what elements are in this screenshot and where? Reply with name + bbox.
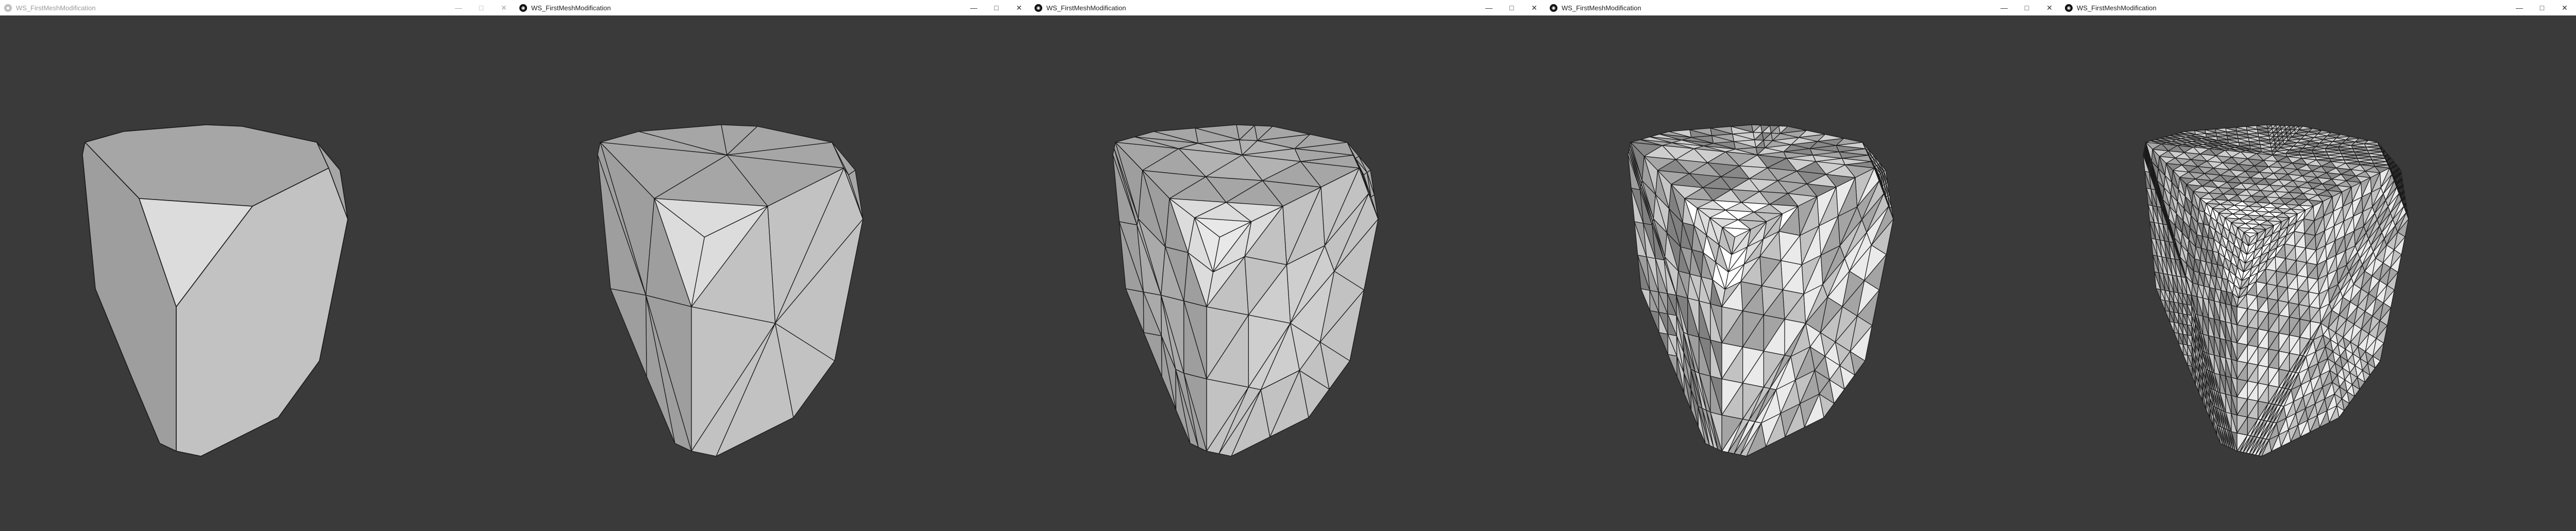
app-icon: ◉ [519, 4, 527, 12]
app-window-3: ◉ WS_FirstMeshModification — □ ✕ [1030, 0, 1546, 531]
window-titlebar[interactable]: ◉ WS_FirstMeshModification — □ ✕ [1546, 0, 2061, 15]
app-icon: ◉ [4, 4, 12, 12]
maximize-button[interactable]: □ [2531, 0, 2553, 15]
render-viewport[interactable] [0, 15, 515, 531]
render-viewport[interactable] [1030, 15, 1546, 531]
app-window-2: ◉ WS_FirstMeshModification — □ ✕ [515, 0, 1030, 531]
window-title: WS_FirstMeshModification [1562, 4, 1641, 12]
maximize-button[interactable]: □ [985, 0, 1008, 15]
app-window-5: ◉ WS_FirstMeshModification — □ ✕ [2061, 0, 2576, 531]
window-title: WS_FirstMeshModification [1046, 4, 1126, 12]
window-controls: — □ ✕ [2508, 0, 2576, 15]
maximize-button[interactable]: □ [470, 0, 493, 15]
left-face-triangle [1640, 288, 1651, 311]
minimize-button[interactable]: — [1993, 0, 2015, 15]
window-controls: — □ ✕ [962, 0, 1030, 15]
left-face-triangle [1658, 332, 1669, 355]
window-strip: ◉ WS_FirstMeshModification — □ ✕ ◉ WS_Fi… [0, 0, 2576, 531]
left-face-triangle [1667, 354, 1677, 377]
close-button[interactable]: ✕ [2038, 0, 2061, 15]
close-button[interactable]: ✕ [493, 0, 515, 15]
mesh-level-3 [1628, 124, 1894, 457]
left-face-triangle [2156, 288, 2161, 300]
render-viewport[interactable] [2061, 15, 2576, 531]
app-icon: ◉ [2065, 4, 2073, 12]
app-window-4: ◉ WS_FirstMeshModification — □ ✕ [1546, 0, 2061, 531]
left-face-triangle [2164, 310, 2170, 322]
window-titlebar[interactable]: ◉ WS_FirstMeshModification — □ ✕ [1030, 0, 1546, 15]
mesh-view [1628, 124, 1894, 457]
window-title: WS_FirstMeshModification [531, 4, 611, 12]
window-controls: — □ ✕ [1478, 0, 1546, 15]
left-face-triangle [1125, 288, 1144, 333]
window-title: WS_FirstMeshModification [16, 4, 96, 12]
render-viewport[interactable] [515, 15, 1030, 531]
mesh-view [1112, 124, 1379, 457]
maximize-button[interactable]: □ [2015, 0, 2038, 15]
minimize-button[interactable]: — [1478, 0, 1500, 15]
minimize-button[interactable]: — [447, 0, 470, 15]
window-controls: — □ ✕ [447, 0, 515, 15]
mesh-level-0 [82, 124, 348, 457]
window-titlebar[interactable]: ◉ WS_FirstMeshModification — □ ✕ [515, 0, 1030, 15]
app-icon: ◉ [1550, 4, 1557, 12]
left-face-triangle [2160, 299, 2166, 311]
app-window-1: ◉ WS_FirstMeshModification — □ ✕ [0, 0, 515, 531]
left-face-triangle [2174, 332, 2179, 344]
mesh-level-1 [597, 124, 863, 457]
minimize-button[interactable]: — [2508, 0, 2531, 15]
close-button[interactable]: ✕ [1008, 0, 1030, 15]
left-face-triangle [1143, 332, 1162, 377]
mesh-view [597, 124, 863, 457]
app-icon: ◉ [1035, 4, 1042, 12]
left-face-triangle [2182, 354, 2188, 366]
mesh-view [2143, 124, 2409, 457]
left-face-triangle [2169, 321, 2175, 333]
left-face-triangle [2178, 343, 2184, 355]
left-face-triangle [2187, 365, 2193, 377]
mesh-level-4 [2143, 124, 2409, 457]
minimize-button[interactable]: — [962, 0, 985, 15]
window-titlebar[interactable]: ◉ WS_FirstMeshModification — □ ✕ [0, 0, 515, 15]
window-controls: — □ ✕ [1993, 0, 2061, 15]
left-face-triangle [1649, 310, 1659, 333]
render-viewport[interactable] [1546, 15, 2061, 531]
maximize-button[interactable]: □ [1500, 0, 1523, 15]
window-title: WS_FirstMeshModification [2077, 4, 2157, 12]
window-titlebar[interactable]: ◉ WS_FirstMeshModification — □ ✕ [2061, 0, 2576, 15]
mesh-level-2 [1112, 124, 1379, 457]
close-button[interactable]: ✕ [1523, 0, 1546, 15]
close-button[interactable]: ✕ [2553, 0, 2576, 15]
mesh-view [82, 124, 348, 457]
left-face-triangle [610, 288, 647, 377]
